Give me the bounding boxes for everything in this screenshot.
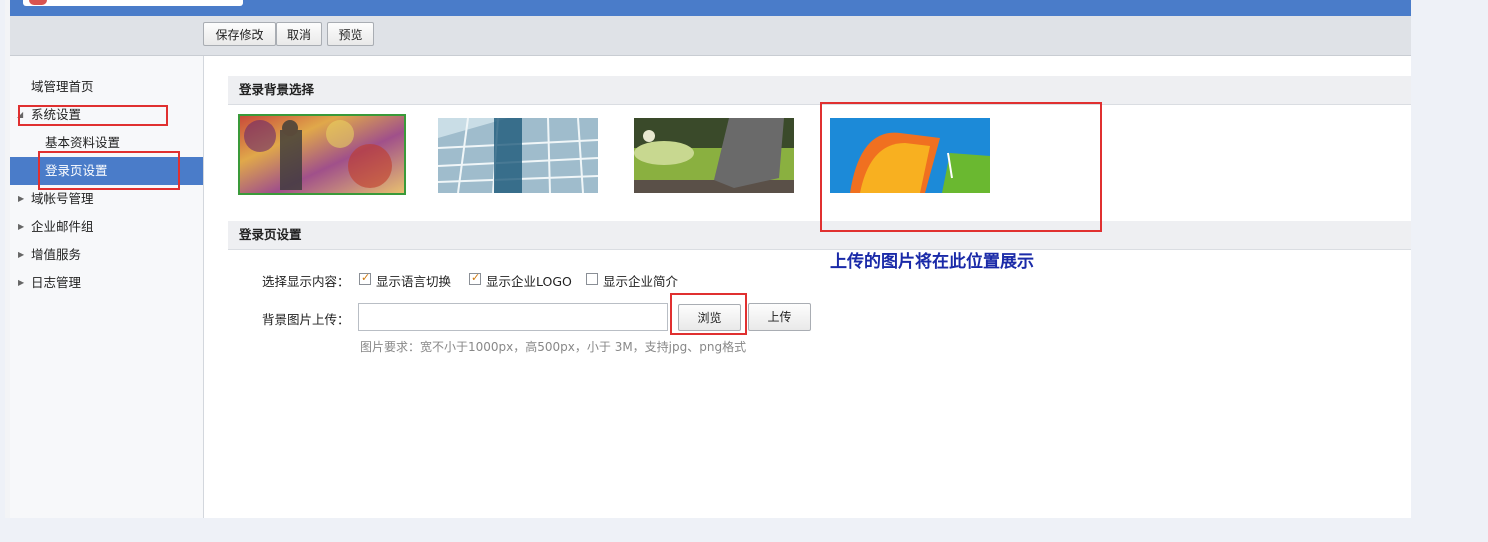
logo-icon (29, 0, 47, 5)
language-switch-label[interactable]: 显示语言切换 (376, 271, 451, 290)
enterprise-logo-label[interactable]: 显示企业LOGO (486, 271, 572, 290)
file-path-input[interactable] (358, 303, 668, 331)
section-title: 登录页设置 (239, 227, 302, 242)
app-window: 保存修改 取消 预览 域管理首页 ◢ 系统设置 基本资料设置 登录页设置 ▶ 域… (5, 0, 1411, 518)
sidebar-item-accounts[interactable]: ▶ 域帐号管理 (5, 185, 203, 213)
sidebar-item-system-settings[interactable]: ◢ 系统设置 (5, 101, 203, 129)
sidebar: 域管理首页 ◢ 系统设置 基本资料设置 登录页设置 ▶ 域帐号管理 ▶ 企业邮件… (5, 56, 204, 518)
sidebar-item-label: 企业邮件组 (31, 219, 94, 234)
display-options-label: 选择显示内容： (262, 274, 350, 289)
cancel-button[interactable]: 取消 (276, 22, 322, 46)
sidebar-item-label: 增值服务 (31, 247, 82, 262)
caret-right-icon: ▶ (18, 222, 25, 231)
bg-upload-label: 背景图片上传： (262, 312, 350, 327)
caret-right-icon: ▶ (18, 194, 25, 203)
background-section-header: 登录背景选择 (228, 76, 1411, 105)
browse-button[interactable]: 浏览 (678, 304, 741, 331)
background-thumb-graffiti[interactable] (238, 114, 406, 195)
sidebar-item-label: 域管理首页 (31, 79, 94, 94)
background-thumb-building[interactable] (438, 118, 598, 193)
sidebar-item-domain-home[interactable]: 域管理首页 (5, 73, 203, 101)
preview-button[interactable]: 预览 (327, 22, 374, 46)
top-bar (5, 0, 1411, 16)
caret-down-icon: ◢ (17, 110, 24, 119)
sidebar-item-login-page[interactable]: 登录页设置 (5, 157, 203, 185)
language-switch-checkbox[interactable] (359, 271, 371, 285)
background-thumb-grass[interactable] (634, 118, 794, 193)
sidebar-item-label: 基本资料设置 (45, 135, 121, 150)
sidebar-item-mail-groups[interactable]: ▶ 企业邮件组 (5, 213, 203, 241)
sidebar-item-value-added[interactable]: ▶ 增值服务 (5, 241, 203, 269)
sidebar-item-label: 登录页设置 (45, 163, 108, 178)
upload-button[interactable]: 上传 (748, 303, 811, 331)
enterprise-intro-checkbox[interactable] (586, 273, 598, 285)
sidebar-item-logs[interactable]: ▶ 日志管理 (5, 269, 203, 297)
window-edge (5, 0, 10, 518)
main-content: 登录背景选择 登录页设置 选择显示内容： ✓ 显示语言切换 ✓ 显示企业LOGO… (204, 56, 1411, 518)
login-settings-section-header: 登录页设置 (228, 221, 1411, 250)
annotation-text: 上传的图片将在此位置展示 (830, 252, 1034, 272)
sidebar-item-label: 日志管理 (31, 275, 82, 290)
toolbar: 保存修改 取消 预览 (5, 16, 1411, 56)
section-title: 登录背景选择 (239, 82, 315, 97)
sidebar-item-basic-info[interactable]: 基本资料设置 (5, 129, 203, 157)
enterprise-logo-checkbox[interactable] (469, 271, 481, 285)
sidebar-item-label: 系统设置 (31, 107, 82, 122)
save-button[interactable]: 保存修改 (203, 22, 276, 46)
caret-right-icon: ▶ (18, 250, 25, 259)
upload-hint: 图片要求：宽不小于1000px，高500px，小于 3M，支持jpg、png格式 (360, 340, 747, 354)
caret-right-icon: ▶ (18, 278, 25, 287)
logo-area (23, 0, 243, 6)
sidebar-item-label: 域帐号管理 (31, 191, 94, 206)
background-thumb-windows[interactable] (830, 118, 990, 193)
enterprise-intro-label[interactable]: 显示企业简介 (603, 271, 678, 290)
